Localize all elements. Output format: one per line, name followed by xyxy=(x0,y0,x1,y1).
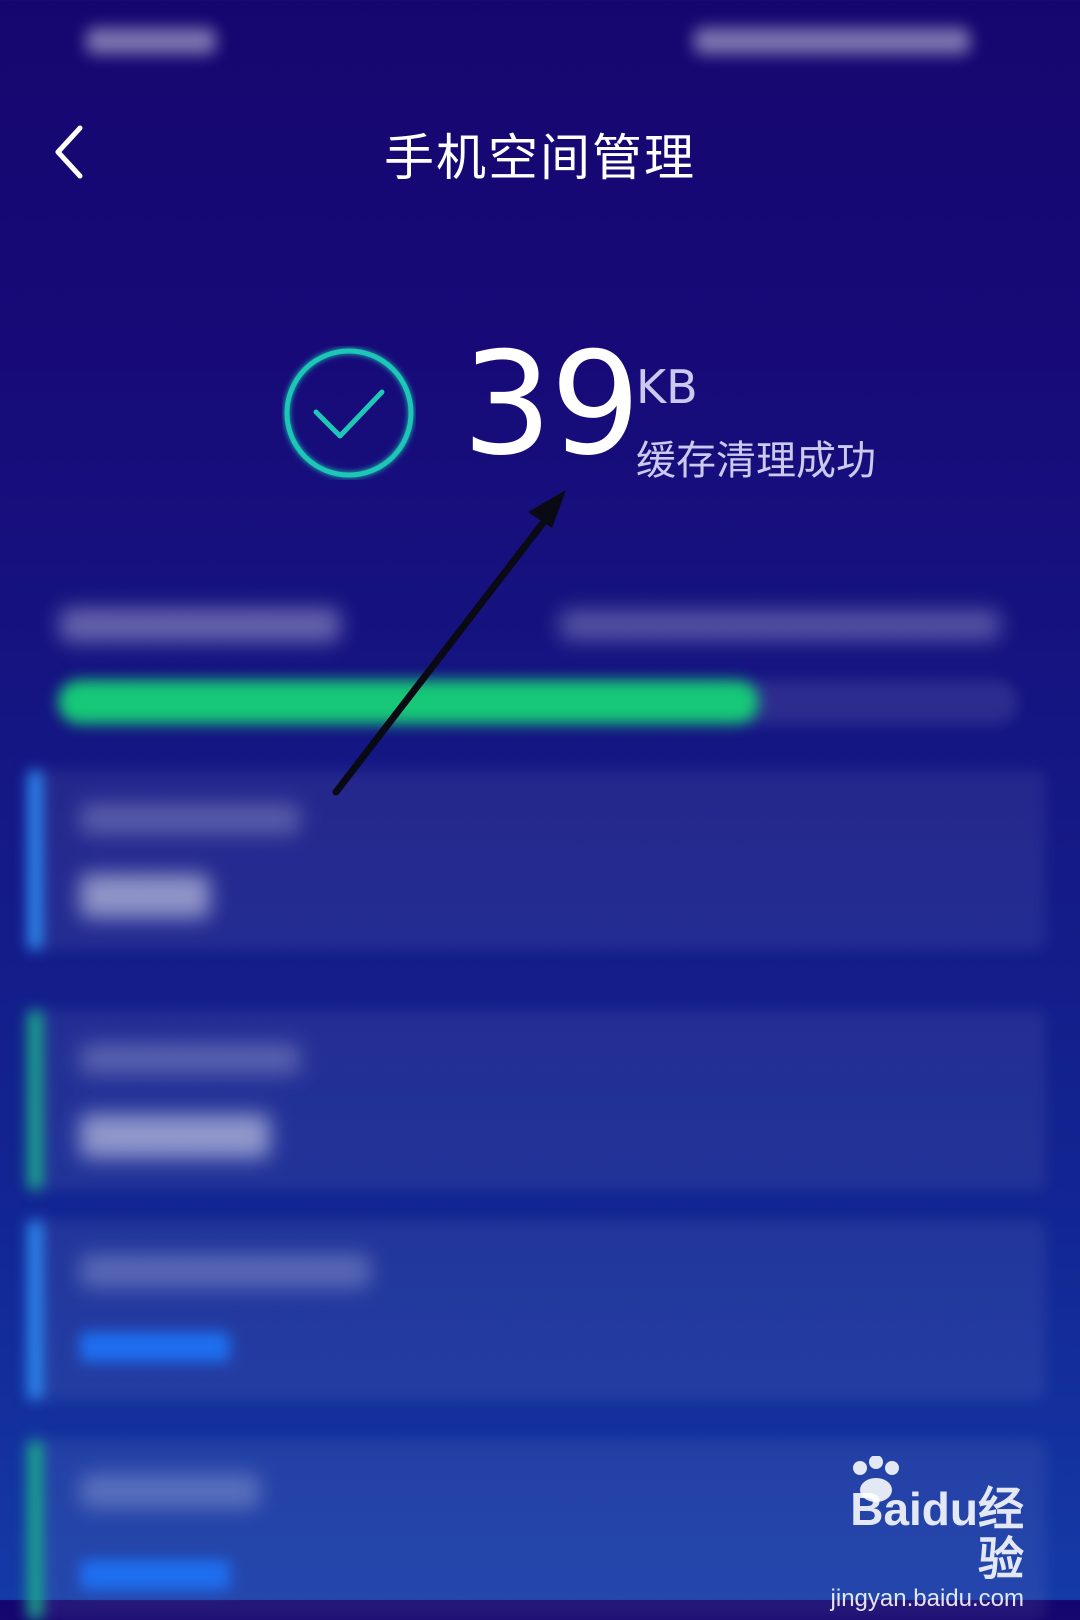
check-circle-icon xyxy=(284,348,414,478)
card-accent xyxy=(28,770,42,950)
storage-progress-bar xyxy=(58,680,1018,724)
baidu-watermark: Baidu经验 jingyan.baidu.com xyxy=(824,1456,1024,1612)
watermark-url: jingyan.baidu.com xyxy=(830,1585,1024,1612)
card-label xyxy=(80,1044,300,1074)
card-accent xyxy=(28,1010,42,1190)
status-bar-icons xyxy=(694,28,970,54)
cleaned-size-unit: KB xyxy=(636,360,698,414)
card-value xyxy=(80,1114,270,1158)
card-label xyxy=(80,804,300,834)
card-label xyxy=(80,1254,370,1288)
storage-card[interactable] xyxy=(28,770,1046,950)
storage-card[interactable] xyxy=(28,1220,1046,1400)
storage-details-blurred xyxy=(0,590,1080,1620)
card-tag xyxy=(80,1560,230,1590)
card-accent xyxy=(28,1440,42,1620)
paw-icon xyxy=(853,1456,899,1502)
clean-success-caption: 缓存清理成功 xyxy=(636,438,876,484)
storage-card[interactable] xyxy=(28,1010,1046,1190)
storage-usage-meta xyxy=(560,610,1000,640)
page-title: 手机空间管理 xyxy=(384,129,696,187)
cleaned-size-value: 39 xyxy=(462,322,641,487)
storage-progress-fill xyxy=(58,680,759,724)
storage-usage-label xyxy=(60,608,340,642)
status-bar-time xyxy=(86,28,216,54)
status-bar xyxy=(0,0,1080,80)
card-accent xyxy=(28,1220,42,1400)
card-value xyxy=(80,874,210,918)
card-label xyxy=(80,1474,260,1508)
card-tag xyxy=(80,1332,230,1362)
